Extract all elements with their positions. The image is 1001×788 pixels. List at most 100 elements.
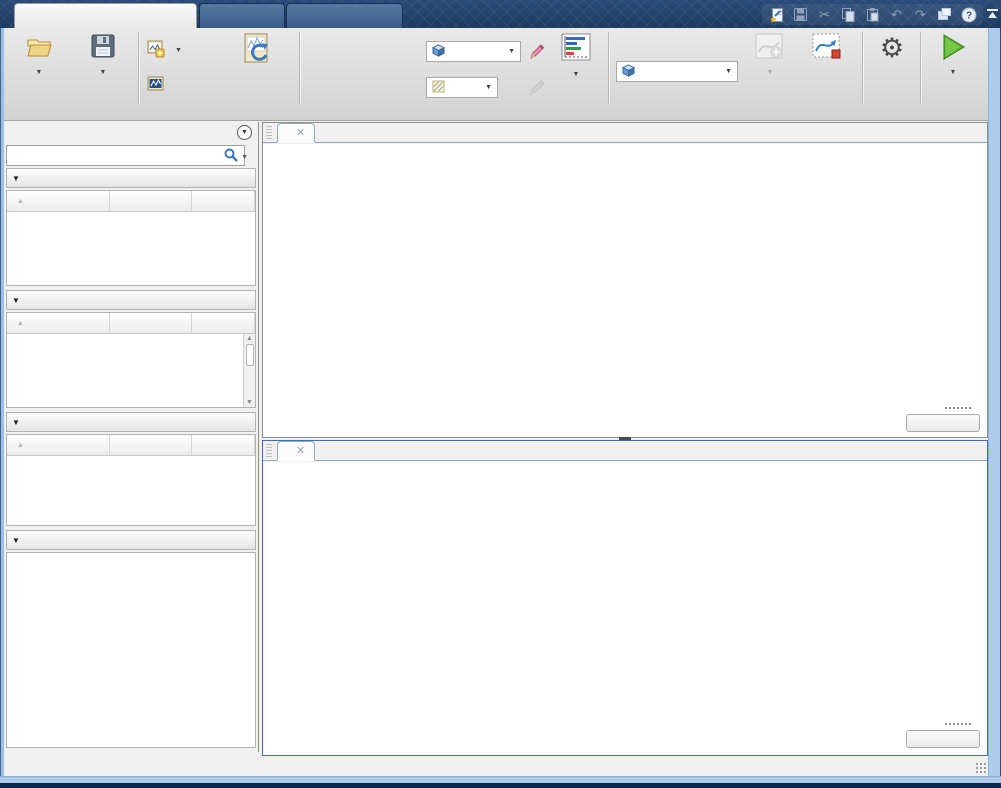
options-button[interactable]: ⚙ xyxy=(868,33,916,64)
section-model-workspace[interactable]: ▼ xyxy=(6,290,256,310)
section-matlab-workspace[interactable]: ▼ xyxy=(6,168,256,188)
section-variable-preview[interactable]: ▼ xyxy=(6,530,256,550)
close-icon[interactable]: ✕ xyxy=(296,128,305,138)
copy-icon[interactable] xyxy=(840,6,857,23)
table-header[interactable]: ▲ xyxy=(7,435,255,456)
quick-access-toolbar: ✂ ↶ ↷ ? xyxy=(762,4,983,25)
open-session-button[interactable]: ▼ xyxy=(10,33,68,79)
collapse-triangle-icon: ▼ xyxy=(12,536,20,545)
collapse-triangle-icon: ▼ xyxy=(12,296,20,305)
add-plot-button: ▼ xyxy=(746,33,794,79)
scroll-thumb[interactable] xyxy=(246,344,254,366)
scroll-down-icon[interactable]: ▼ xyxy=(246,399,253,406)
chevron-down-icon: ▼ xyxy=(100,69,107,76)
close-icon[interactable]: ✕ xyxy=(296,446,305,456)
data-to-plot-combo[interactable]: ▼ xyxy=(616,61,738,82)
chevron-down-icon: ▼ xyxy=(950,66,957,79)
evaluate-requirements-button[interactable] xyxy=(218,33,294,70)
tab-time-plot-1[interactable]: ✕ xyxy=(277,123,315,143)
help-icon[interactable]: ? xyxy=(960,6,977,23)
plot-model-response-button[interactable] xyxy=(798,33,856,66)
chevron-down-icon: ▼ xyxy=(508,48,515,55)
svg-text:?: ? xyxy=(965,10,971,21)
panel-grip[interactable] xyxy=(266,126,272,139)
undo-icon[interactable]: ↶ xyxy=(888,6,905,23)
data-browser-header: ▼ xyxy=(4,122,258,143)
redo-icon[interactable]: ↷ xyxy=(912,6,929,23)
design-variables-combo[interactable]: ▼ xyxy=(426,41,521,62)
save-icon[interactable] xyxy=(792,6,809,23)
edit-design-variables-icon[interactable] xyxy=(527,41,547,66)
floppy-icon xyxy=(90,33,116,62)
window-frame-bottom xyxy=(0,776,1001,783)
panel-grip[interactable] xyxy=(266,444,272,457)
folder-open-icon xyxy=(25,33,53,62)
paste-icon[interactable] xyxy=(864,6,881,23)
tab-response-optimization[interactable] xyxy=(14,3,197,28)
collapse-ribbon-icon[interactable] xyxy=(985,5,1000,23)
group-caption-options xyxy=(864,105,920,119)
group-caption-variables xyxy=(300,105,608,119)
cube-icon xyxy=(622,64,635,80)
search-options-icon[interactable]: ▼ xyxy=(241,154,248,161)
matlab-workspace-table: ▲ xyxy=(6,190,256,286)
plot-model-response-icon xyxy=(812,33,842,64)
update-block-button[interactable] xyxy=(906,414,980,432)
group-caption-plots xyxy=(610,105,862,119)
update-block-dashes xyxy=(945,407,971,409)
save-session-button[interactable]: ▼ xyxy=(74,33,132,79)
ribbon-tab-strip: ✂ ↶ ↷ ? xyxy=(0,0,1001,28)
scrollbar[interactable]: ▲ ▼ xyxy=(243,334,255,407)
model-workspace-table: ▲ ▲ ▼ xyxy=(6,312,256,408)
time-plot-2-panel: ✕ xyxy=(262,440,988,756)
windows-icon[interactable] xyxy=(936,6,953,23)
new-requirement-button[interactable]: ▼ xyxy=(147,40,182,61)
chevron-down-icon: ▼ xyxy=(175,47,182,54)
resize-grip[interactable] xyxy=(975,762,986,773)
collapse-triangle-icon: ▼ xyxy=(12,174,20,183)
table-header[interactable]: ▲ xyxy=(7,313,255,334)
tab-view[interactable] xyxy=(286,3,403,28)
plot-tab-strip: ✕ xyxy=(263,123,987,143)
sensitivity-analysis-button[interactable]: ▼ xyxy=(546,33,606,81)
sort-asc-icon: ▲ xyxy=(17,442,24,449)
table-header[interactable]: ▲ xyxy=(7,191,255,212)
ribbon-toolbar: ▼ ▼ ▼ xyxy=(0,28,1001,121)
chevron-down-icon: ▼ xyxy=(573,71,580,78)
uncertain-variables-combo[interactable]: ▼ xyxy=(426,77,498,98)
select-requirement-button[interactable] xyxy=(147,76,170,95)
optimize-button[interactable]: ▼ xyxy=(926,33,980,79)
gear-icon: ⚙ xyxy=(880,33,904,63)
search-input[interactable] xyxy=(6,145,245,166)
cube-icon xyxy=(432,44,445,60)
collapse-triangle-icon: ▼ xyxy=(12,418,20,427)
plot-2-body xyxy=(263,462,987,755)
plot-tab-strip: ✕ xyxy=(263,441,987,461)
window-frame-bottom-edge xyxy=(0,783,1001,788)
add-plot-icon xyxy=(755,33,785,64)
panel-menu-icon[interactable]: ▼ xyxy=(237,125,252,140)
time-plot-1-panel: ✕ xyxy=(262,122,988,438)
window-frame-left xyxy=(0,28,4,788)
cut-icon[interactable]: ✂ xyxy=(816,6,833,23)
scroll-up-icon[interactable]: ▲ xyxy=(246,335,253,342)
status-bar xyxy=(4,757,989,776)
new-requirement-icon xyxy=(147,40,165,61)
search-icon[interactable] xyxy=(224,148,238,167)
group-caption-requirements xyxy=(140,105,298,119)
data-table: ▲ xyxy=(6,434,256,526)
sensitivity-analysis-icon xyxy=(561,33,591,64)
evaluate-requirements-icon xyxy=(240,33,272,68)
data-browser-panel: ▼ ▼ ▼ ▲ ▼ ▲ ▲ xyxy=(4,122,259,752)
tab-time-plot[interactable] xyxy=(199,3,285,28)
tab-time-plot-2[interactable]: ✕ xyxy=(277,441,315,461)
new-report-icon[interactable] xyxy=(768,6,785,23)
chevron-down-icon: ▼ xyxy=(725,68,732,75)
section-data[interactable]: ▼ xyxy=(6,412,256,432)
plot-1-body xyxy=(263,144,987,437)
update-block-dashes xyxy=(945,723,971,725)
chevron-down-icon: ▼ xyxy=(485,84,492,91)
edit-uncertain-variables-icon xyxy=(527,77,547,102)
sort-asc-icon: ▲ xyxy=(17,320,24,327)
update-block-button[interactable] xyxy=(906,730,980,748)
